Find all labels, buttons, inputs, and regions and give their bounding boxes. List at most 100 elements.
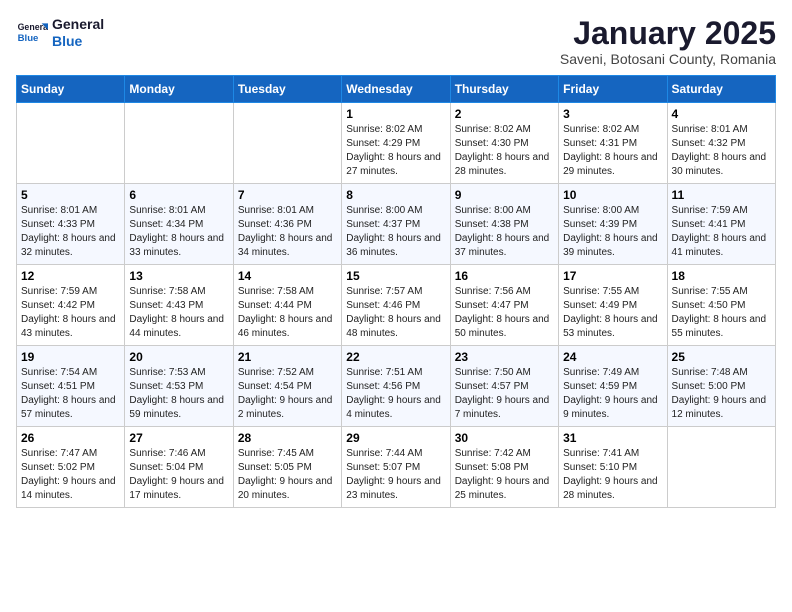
calendar-cell [17,103,125,184]
day-number: 22 [346,350,445,364]
day-info: Sunrise: 8:01 AM Sunset: 4:33 PM Dayligh… [21,204,120,260]
day-number: 27 [129,431,228,445]
calendar-week-row: 26 Sunrise: 7:47 AM Sunset: 5:02 PM Dayli… [17,427,776,508]
day-number: 26 [21,431,120,445]
calendar-cell: 10 Sunrise: 8:00 AM Sunset: 4:39 PM Dayli… [559,184,667,265]
calendar-title: January 2025 [560,16,776,51]
calendar-cell [125,103,233,184]
logo-blue-text: Blue [52,33,104,50]
calendar-cell: 26 Sunrise: 7:47 AM Sunset: 5:02 PM Dayli… [17,427,125,508]
day-number: 6 [129,188,228,202]
day-info: Sunrise: 8:02 AM Sunset: 4:31 PM Dayligh… [563,123,662,179]
weekday-header-sunday: Sunday [17,76,125,103]
calendar-week-row: 1 Sunrise: 8:02 AM Sunset: 4:29 PM Daylig… [17,103,776,184]
svg-text:General: General [18,22,48,32]
day-number: 3 [563,107,662,121]
day-info: Sunrise: 7:47 AM Sunset: 5:02 PM Dayligh… [21,447,120,503]
calendar-cell: 3 Sunrise: 8:02 AM Sunset: 4:31 PM Daylig… [559,103,667,184]
calendar-cell: 30 Sunrise: 7:42 AM Sunset: 5:08 PM Dayli… [450,427,558,508]
calendar-cell: 17 Sunrise: 7:55 AM Sunset: 4:49 PM Dayli… [559,265,667,346]
calendar-week-row: 12 Sunrise: 7:59 AM Sunset: 4:42 PM Dayli… [17,265,776,346]
weekday-header-wednesday: Wednesday [342,76,450,103]
calendar-cell: 25Sunrise: 7:48 AM Sunset: 5:00 PM Dayli… [667,346,775,427]
day-number: 19 [21,350,120,364]
calendar-cell: 12 Sunrise: 7:59 AM Sunset: 4:42 PM Dayli… [17,265,125,346]
weekday-header-row: SundayMondayTuesdayWednesdayThursdayFrid… [17,76,776,103]
day-info: Sunrise: 8:02 AM Sunset: 4:30 PM Dayligh… [455,123,554,179]
day-number: 12 [21,269,120,283]
calendar-cell: 22 Sunrise: 7:51 AM Sunset: 4:56 PM Dayli… [342,346,450,427]
day-info: Sunrise: 8:02 AM Sunset: 4:29 PM Dayligh… [346,123,445,179]
day-info: Sunrise: 7:48 AM Sunset: 5:00 PM Dayligh… [672,366,771,422]
calendar-cell: 27Sunrise: 7:46 AM Sunset: 5:04 PM Dayli… [125,427,233,508]
calendar-cell: 11Sunrise: 7:59 AM Sunset: 4:41 PM Dayli… [667,184,775,265]
day-number: 5 [21,188,120,202]
weekday-header-monday: Monday [125,76,233,103]
day-number: 23 [455,350,554,364]
svg-text:Blue: Blue [18,33,39,44]
day-info: Sunrise: 7:55 AM Sunset: 4:50 PM Dayligh… [672,285,771,341]
day-number: 15 [346,269,445,283]
day-number: 7 [238,188,337,202]
day-number: 30 [455,431,554,445]
day-number: 9 [455,188,554,202]
calendar-cell: 1 Sunrise: 8:02 AM Sunset: 4:29 PM Daylig… [342,103,450,184]
day-info: Sunrise: 7:51 AM Sunset: 4:56 PM Dayligh… [346,366,445,422]
calendar-cell: 2Sunrise: 8:02 AM Sunset: 4:30 PM Daylig… [450,103,558,184]
weekday-header-friday: Friday [559,76,667,103]
day-info: Sunrise: 7:53 AM Sunset: 4:53 PM Dayligh… [129,366,228,422]
day-info: Sunrise: 8:00 AM Sunset: 4:39 PM Dayligh… [563,204,662,260]
day-number: 21 [238,350,337,364]
day-info: Sunrise: 8:01 AM Sunset: 4:34 PM Dayligh… [129,204,228,260]
day-number: 8 [346,188,445,202]
day-number: 13 [129,269,228,283]
day-info: Sunrise: 7:41 AM Sunset: 5:10 PM Dayligh… [563,447,662,503]
day-info: Sunrise: 8:00 AM Sunset: 4:37 PM Dayligh… [346,204,445,260]
calendar-cell: 23 Sunrise: 7:50 AM Sunset: 4:57 PM Dayli… [450,346,558,427]
day-number: 20 [129,350,228,364]
title-block: January 2025 Saveni, Botosani County, Ro… [560,16,776,67]
day-number: 18 [672,269,771,283]
calendar-table: SundayMondayTuesdayWednesdayThursdayFrid… [16,75,776,508]
calendar-week-row: 5 Sunrise: 8:01 AM Sunset: 4:33 PM Daylig… [17,184,776,265]
day-info: Sunrise: 7:58 AM Sunset: 4:44 PM Dayligh… [238,285,337,341]
day-number: 1 [346,107,445,121]
calendar-week-row: 19 Sunrise: 7:54 AM Sunset: 4:51 PM Dayli… [17,346,776,427]
day-number: 14 [238,269,337,283]
calendar-cell: 29 Sunrise: 7:44 AM Sunset: 5:07 PM Dayli… [342,427,450,508]
day-info: Sunrise: 7:55 AM Sunset: 4:49 PM Dayligh… [563,285,662,341]
calendar-cell: 5 Sunrise: 8:01 AM Sunset: 4:33 PM Daylig… [17,184,125,265]
day-number: 24 [563,350,662,364]
calendar-cell: 16 Sunrise: 7:56 AM Sunset: 4:47 PM Dayli… [450,265,558,346]
calendar-cell: 8 Sunrise: 8:00 AM Sunset: 4:37 PM Daylig… [342,184,450,265]
day-info: Sunrise: 7:54 AM Sunset: 4:51 PM Dayligh… [21,366,120,422]
day-info: Sunrise: 7:56 AM Sunset: 4:47 PM Dayligh… [455,285,554,341]
page-header: General Blue General Blue January 2025 S… [16,16,776,67]
day-info: Sunrise: 7:57 AM Sunset: 4:46 PM Dayligh… [346,285,445,341]
day-number: 29 [346,431,445,445]
calendar-cell: 24Sunrise: 7:49 AM Sunset: 4:59 PM Dayli… [559,346,667,427]
day-info: Sunrise: 7:42 AM Sunset: 5:08 PM Dayligh… [455,447,554,503]
calendar-cell: 20 Sunrise: 7:53 AM Sunset: 4:53 PM Dayli… [125,346,233,427]
day-number: 16 [455,269,554,283]
calendar-subtitle: Saveni, Botosani County, Romania [560,51,776,67]
calendar-cell: 7 Sunrise: 8:01 AM Sunset: 4:36 PM Daylig… [233,184,341,265]
weekday-header-thursday: Thursday [450,76,558,103]
day-info: Sunrise: 7:59 AM Sunset: 4:42 PM Dayligh… [21,285,120,341]
calendar-cell: 9 Sunrise: 8:00 AM Sunset: 4:38 PM Daylig… [450,184,558,265]
calendar-cell: 15 Sunrise: 7:57 AM Sunset: 4:46 PM Dayli… [342,265,450,346]
day-info: Sunrise: 8:00 AM Sunset: 4:38 PM Dayligh… [455,204,554,260]
logo-general-text: General [52,16,104,33]
weekday-header-tuesday: Tuesday [233,76,341,103]
day-info: Sunrise: 7:52 AM Sunset: 4:54 PM Dayligh… [238,366,337,422]
calendar-cell: 18 Sunrise: 7:55 AM Sunset: 4:50 PM Dayli… [667,265,775,346]
calendar-cell: 28Sunrise: 7:45 AM Sunset: 5:05 PM Dayli… [233,427,341,508]
calendar-cell: 19 Sunrise: 7:54 AM Sunset: 4:51 PM Dayli… [17,346,125,427]
day-number: 17 [563,269,662,283]
day-info: Sunrise: 7:50 AM Sunset: 4:57 PM Dayligh… [455,366,554,422]
day-number: 10 [563,188,662,202]
day-info: Sunrise: 8:01 AM Sunset: 4:36 PM Dayligh… [238,204,337,260]
day-info: Sunrise: 7:45 AM Sunset: 5:05 PM Dayligh… [238,447,337,503]
day-info: Sunrise: 7:44 AM Sunset: 5:07 PM Dayligh… [346,447,445,503]
day-number: 4 [672,107,771,121]
